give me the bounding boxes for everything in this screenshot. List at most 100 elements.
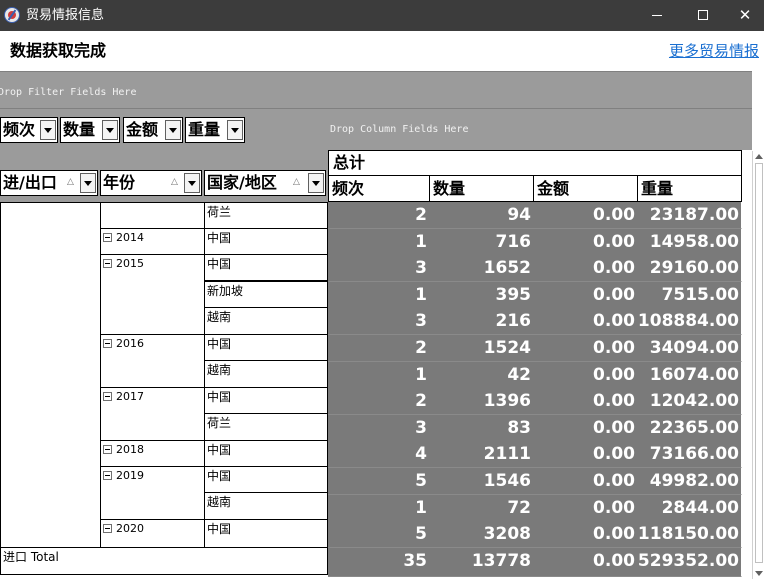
- total-value-cell-frequency[interactable]: 35: [328, 548, 430, 577]
- value-cell-quantity[interactable]: 72: [429, 495, 534, 522]
- value-cell-weight[interactable]: 73166.00: [637, 441, 742, 468]
- year-cell[interactable]: 2016: [100, 334, 205, 388]
- maximize-button[interactable]: [680, 0, 726, 31]
- value-cell-frequency[interactable]: 1: [328, 229, 430, 256]
- value-cell-amount[interactable]: 0.00: [533, 308, 638, 335]
- data-field-weight[interactable]: 重量: [185, 117, 245, 143]
- value-cell-weight[interactable]: 12042.00: [637, 388, 742, 415]
- scroll-up-icon[interactable]: [755, 154, 763, 159]
- collapse-icon[interactable]: [103, 524, 112, 533]
- value-cell-quantity[interactable]: 1652: [429, 255, 534, 282]
- value-cell-frequency[interactable]: 4: [328, 441, 430, 468]
- year-cell[interactable]: 2020: [100, 519, 205, 548]
- value-cell-weight[interactable]: 108884.00: [637, 308, 742, 335]
- value-cell-weight[interactable]: 2844.00: [637, 495, 742, 522]
- minimize-button[interactable]: [634, 0, 680, 31]
- value-cell-quantity[interactable]: 94: [429, 202, 534, 229]
- value-cell-quantity[interactable]: 1396: [429, 388, 534, 415]
- year-cell[interactable]: 2019: [100, 466, 205, 520]
- row-field-country[interactable]: 国家/地区 △: [204, 170, 326, 196]
- value-cell-amount[interactable]: 0.00: [533, 362, 638, 389]
- row-group-import: [0, 202, 101, 548]
- value-cell-quantity[interactable]: 2111: [429, 441, 534, 468]
- chevron-down-icon[interactable]: [102, 120, 118, 140]
- data-field-quantity[interactable]: 数量: [60, 117, 120, 143]
- scroll-down-icon[interactable]: [755, 571, 763, 576]
- value-cell-frequency[interactable]: 1: [328, 282, 430, 309]
- value-cell-frequency[interactable]: 2: [328, 388, 430, 415]
- year-cell[interactable]: 2017: [100, 387, 205, 441]
- chevron-down-icon[interactable]: [308, 173, 324, 193]
- collapse-icon[interactable]: [103, 471, 112, 480]
- more-trade-info-link[interactable]: 更多贸易情报: [669, 41, 759, 61]
- column-drop-hint: Drop Column Fields Here: [330, 124, 469, 135]
- value-cell-amount[interactable]: 0.00: [533, 335, 638, 362]
- value-cell-frequency[interactable]: 2: [328, 335, 430, 362]
- year-cell[interactable]: 2014: [100, 228, 205, 255]
- value-cell-weight[interactable]: 22365.00: [637, 415, 742, 442]
- value-cell-frequency[interactable]: 3: [328, 415, 430, 442]
- data-field-frequency[interactable]: 频次: [0, 117, 58, 143]
- value-cell-amount[interactable]: 0.00: [533, 282, 638, 309]
- chevron-down-icon[interactable]: [184, 173, 200, 193]
- value-cell-frequency[interactable]: 1: [328, 362, 430, 389]
- collapse-icon[interactable]: [103, 339, 112, 348]
- value-cell-frequency[interactable]: 5: [328, 521, 430, 548]
- chevron-down-icon[interactable]: [80, 173, 96, 193]
- collapse-icon[interactable]: [103, 233, 112, 242]
- year-cell[interactable]: 2015: [100, 254, 205, 335]
- chevron-down-icon[interactable]: [40, 120, 56, 140]
- value-cell-weight[interactable]: 23187.00: [637, 202, 742, 229]
- value-cell-amount[interactable]: 0.00: [533, 388, 638, 415]
- value-cell-weight[interactable]: 118150.00: [637, 521, 742, 548]
- value-cell-quantity[interactable]: 1524: [429, 335, 534, 362]
- year-cell[interactable]: 2018: [100, 440, 205, 467]
- value-cell-weight[interactable]: 14958.00: [637, 229, 742, 256]
- value-cell-quantity[interactable]: 216: [429, 308, 534, 335]
- total-value-cell-quantity[interactable]: 13778: [429, 548, 534, 577]
- value-cell-weight[interactable]: 16074.00: [637, 362, 742, 389]
- country-cell: 新加坡: [204, 281, 328, 308]
- chevron-down-icon[interactable]: [227, 120, 243, 140]
- value-cell-quantity[interactable]: 395: [429, 282, 534, 309]
- value-cell-quantity[interactable]: 42: [429, 362, 534, 389]
- value-cell-amount[interactable]: 0.00: [533, 521, 638, 548]
- data-field-amount[interactable]: 金额: [123, 117, 183, 143]
- sort-indicator-icon: △: [293, 177, 300, 187]
- value-cell-amount[interactable]: 0.00: [533, 202, 638, 229]
- value-cell-quantity[interactable]: 716: [429, 229, 534, 256]
- total-value-cell-weight[interactable]: 529352.00: [637, 548, 742, 577]
- country-cell: 中国: [204, 228, 328, 255]
- collapse-icon[interactable]: [103, 259, 112, 268]
- value-cell-weight[interactable]: 34094.00: [637, 335, 742, 362]
- close-button[interactable]: ✕: [722, 0, 764, 31]
- value-cell-frequency[interactable]: 2: [328, 202, 430, 229]
- row-field-import-export[interactable]: 进/出口 △: [0, 170, 98, 196]
- value-cell-quantity[interactable]: 83: [429, 415, 534, 442]
- filter-drop-area[interactable]: Drop Filter Fields Here: [0, 71, 752, 109]
- vertical-scrollbar[interactable]: [752, 151, 764, 579]
- value-cell-quantity[interactable]: 1546: [429, 468, 534, 495]
- total-value-cell-amount[interactable]: 0.00: [533, 548, 638, 577]
- value-cell-quantity[interactable]: 3208: [429, 521, 534, 548]
- scrollbar-thumb[interactable]: [755, 163, 763, 563]
- column-drop-area[interactable]: Drop Column Fields Here: [328, 109, 752, 150]
- value-cell-weight[interactable]: 49982.00: [637, 468, 742, 495]
- collapse-icon[interactable]: [103, 392, 112, 401]
- value-cell-frequency[interactable]: 3: [328, 255, 430, 282]
- value-cell-weight[interactable]: 29160.00: [637, 255, 742, 282]
- value-cell-amount[interactable]: 0.00: [533, 495, 638, 522]
- value-cell-amount[interactable]: 0.00: [533, 415, 638, 442]
- collapse-icon[interactable]: [103, 445, 112, 454]
- value-cell-amount[interactable]: 0.00: [533, 255, 638, 282]
- value-cell-weight[interactable]: 7515.00: [637, 282, 742, 309]
- value-cell-frequency[interactable]: 5: [328, 468, 430, 495]
- row-field-year[interactable]: 年份 △: [100, 170, 202, 196]
- value-cell-frequency[interactable]: 1: [328, 495, 430, 522]
- value-header-quantity: 数量: [429, 175, 534, 202]
- value-cell-amount[interactable]: 0.00: [533, 468, 638, 495]
- value-cell-amount[interactable]: 0.00: [533, 229, 638, 256]
- chevron-down-icon[interactable]: [165, 120, 181, 140]
- value-cell-amount[interactable]: 0.00: [533, 441, 638, 468]
- value-cell-frequency[interactable]: 3: [328, 308, 430, 335]
